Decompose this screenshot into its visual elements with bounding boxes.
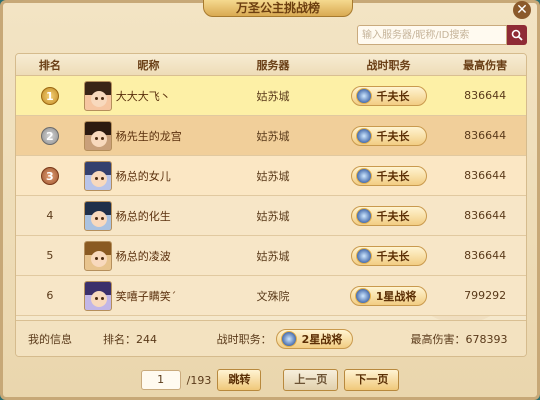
my-rank: 排名：244 [103,332,157,346]
rank-cell: 6 [46,289,54,302]
rank-emblem-icon [355,127,372,144]
title-cell: 千夫长 [333,245,445,266]
avatar[interactable] [83,160,112,191]
rank-cell: 3 [16,166,84,185]
server-cell: 文殊院 [256,289,290,303]
rank-emblem-icon [355,247,372,264]
header-name: 昵称 [137,58,160,72]
name-cell: 大大大飞丶 [83,80,213,111]
leaderboard-table: 排名 昵称 服务器 战时职务 最高伤害 1 大大大飞丶 姑苏城 千夫长 8366… [15,53,527,357]
bronze-medal-icon: 3 [40,166,59,185]
title-badge: 千夫长 [350,245,427,266]
player-name: 杨总的女儿 [115,169,171,183]
table-row[interactable]: 6 笑嘻子瞒笑´ 文殊院 1星战将 799292 [16,276,526,316]
rank-cell: 2 [16,126,84,145]
damage-cell: 836644 [464,249,507,262]
player-name: 笑嘻子瞒笑´ [115,289,177,303]
page-number-input[interactable]: 1 [140,370,181,390]
table-row[interactable]: 2 杨先生的龙宫 姑苏城 千夫长 836644 [16,116,526,156]
title-text: 千夫长 [376,209,410,223]
table-header: 排名 昵称 服务器 战时职务 最高伤害 [16,54,526,76]
title-text: 1星战将 [375,289,417,303]
title-cell: 千夫长 [333,125,445,146]
title-cell: 千夫长 [333,85,445,106]
title-badge: 千夫长 [350,85,427,106]
my-title: 战时职务： 2星战将 [176,328,394,349]
rank-cell: 5 [46,249,54,262]
avatar[interactable] [83,120,112,151]
title-text: 千夫长 [376,249,410,263]
title-cell: 1星战将 [333,285,445,306]
title-cell: 千夫长 [333,165,445,186]
name-cell: 杨总的凌波 [83,240,213,271]
header-damage: 最高伤害 [463,58,508,72]
search-bar [357,25,527,45]
leaderboard-window: 万圣公主挑战榜 ✕ 排名 昵称 服务器 战时职务 最高伤害 1 [0,0,540,400]
rank-cell: 1 [16,86,84,105]
pagination: 1 /193 跳转 上一页 下一页 [3,369,537,391]
avatar[interactable] [83,80,112,111]
my-title-text: 2星战将 [301,332,343,346]
damage-cell: 836644 [464,129,507,142]
title-text: 千夫长 [376,129,410,143]
name-cell: 杨总的女儿 [83,160,213,191]
server-cell: 姑苏城 [256,129,290,143]
silver-medal-icon: 2 [40,126,59,145]
next-page-button[interactable]: 下一页 [344,369,400,391]
damage-cell: 836644 [464,169,507,182]
page-total: /193 [186,373,212,387]
rank-emblem-icon [355,167,372,184]
server-cell: 姑苏城 [256,169,290,183]
player-name: 杨总的化生 [115,209,171,223]
title-text: 千夫长 [376,89,410,103]
window-title: 万圣公主挑战榜 [203,0,353,17]
rank-emblem-icon [355,87,372,104]
avatar[interactable] [83,280,112,311]
table-row[interactable]: 3 杨总的女儿 姑苏城 千夫长 836644 [16,156,526,196]
title-badge: 千夫长 [350,165,427,186]
my-info-bar: 我的信息 排名：244 战时职务： 2星战将 最高伤害：678393 [16,320,526,356]
rank-cell: 4 [46,209,54,222]
my-title-label: 战时职务： [216,332,272,346]
jump-button[interactable]: 跳转 [217,369,262,391]
gold-medal-icon: 1 [40,86,59,105]
my-title-badge: 2星战将 [275,328,354,349]
title-badge: 1星战将 [349,285,428,306]
prev-page-button[interactable]: 上一页 [283,369,339,391]
damage-cell: 836644 [464,89,507,102]
search-icon [511,29,523,41]
name-cell: 笑嘻子瞒笑´ [83,280,213,311]
server-cell: 姑苏城 [256,209,290,223]
close-icon[interactable]: ✕ [513,1,531,19]
avatar[interactable] [83,200,112,231]
name-cell: 杨先生的龙宫 [83,120,213,151]
header-rank: 排名 [38,58,61,72]
damage-cell: 836644 [464,209,507,222]
header-server: 服务器 [256,58,290,72]
rank-emblem-icon [280,330,297,347]
search-button[interactable] [507,25,527,45]
server-cell: 姑苏城 [256,249,290,263]
name-cell: 杨总的化生 [83,200,213,231]
header-title: 战时职务 [366,58,411,72]
rank-emblem-icon [354,287,371,304]
damage-cell: 799292 [464,289,507,302]
player-name: 大大大飞丶 [115,89,171,103]
avatar[interactable] [83,240,112,271]
table-row[interactable]: 5 杨总的凌波 姑苏城 千夫长 836644 [16,236,526,276]
title-cell: 千夫长 [333,205,445,226]
player-name: 杨先生的龙宫 [115,129,182,143]
title-badge: 千夫长 [350,125,427,146]
title-text: 千夫长 [376,169,410,183]
search-input[interactable] [357,25,507,45]
table-row[interactable]: 4 杨总的化生 姑苏城 千夫长 836644 [16,196,526,236]
rank-emblem-icon [355,207,372,224]
my-damage: 最高伤害：678393 [410,332,508,346]
title-badge: 千夫长 [350,205,427,226]
my-info-label: 我的信息 [28,332,72,346]
player-name: 杨总的凌波 [115,249,171,263]
server-cell: 姑苏城 [256,89,290,103]
table-row[interactable]: 1 大大大飞丶 姑苏城 千夫长 836644 [16,76,526,116]
